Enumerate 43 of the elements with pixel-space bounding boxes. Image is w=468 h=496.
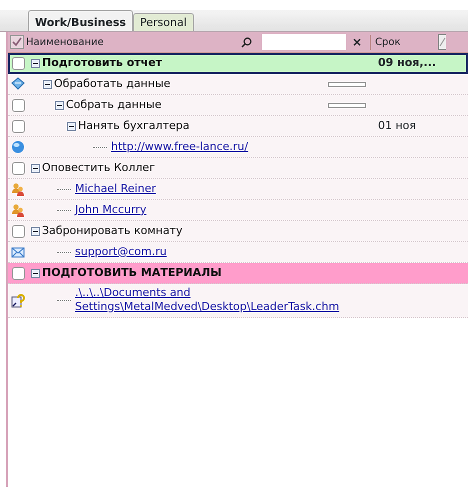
check-icon[interactable] [10, 35, 24, 49]
highlighted-row[interactable]: ПОДГОТОВИТЬ МАТЕРИАЛЫ [8, 263, 468, 284]
checkbox[interactable] [12, 98, 25, 112]
checkbox[interactable] [12, 56, 25, 70]
task-title: Забронировать комнату [42, 224, 182, 237]
link[interactable]: http://www.free-lance.ru/ [111, 140, 248, 153]
envelope-icon [11, 245, 25, 259]
collapse-toggle[interactable] [31, 164, 40, 172]
due-date: 09 ноя,... [378, 54, 436, 71]
collapse-toggle[interactable] [67, 122, 76, 130]
link[interactable]: John Mccurry [75, 202, 146, 216]
help-file-icon [11, 294, 25, 308]
column-icon[interactable] [438, 34, 446, 50]
checkbox[interactable] [12, 120, 25, 132]
people-icon [11, 203, 25, 217]
collapse-toggle[interactable] [31, 226, 40, 236]
tab[interactable]: Work/Business [28, 10, 133, 31]
task-title: ПОДГОТОВИТЬ МАТЕРИАЛЫ [42, 266, 222, 279]
collapse-toggle[interactable] [31, 58, 40, 68]
diamond-icon [11, 77, 25, 91]
collapse-toggle[interactable] [43, 80, 52, 88]
link[interactable]: support@com.ru [75, 244, 167, 258]
task-title: Подготовить отчет [42, 56, 162, 69]
column-header[interactable]: Наименование [26, 34, 241, 50]
task-title: Оповестить Коллег [42, 160, 155, 174]
link[interactable]: Michael Reiner [75, 182, 156, 195]
checkbox[interactable] [12, 224, 25, 238]
tab[interactable]: Personal [132, 13, 194, 31]
checkbox[interactable] [12, 162, 25, 174]
globe-icon [11, 140, 25, 154]
collapse-toggle[interactable] [31, 268, 40, 278]
task-title: Собрать данные [66, 98, 162, 111]
checkbox[interactable] [12, 266, 25, 280]
selected-row[interactable]: Подготовить отчет 09 ноя,... [8, 53, 468, 74]
search-icon[interactable] [241, 36, 252, 48]
search-field[interactable] [262, 34, 346, 50]
task-title: Нанять бухгалтера [78, 118, 190, 132]
due-date: 01 ноя [378, 118, 416, 134]
people-icon [11, 182, 25, 196]
clear-button[interactable]: × [352, 33, 362, 51]
collapse-toggle[interactable] [55, 100, 64, 110]
task-title: Обработать данные [54, 76, 170, 90]
column-header[interactable]: Срок [370, 34, 432, 50]
